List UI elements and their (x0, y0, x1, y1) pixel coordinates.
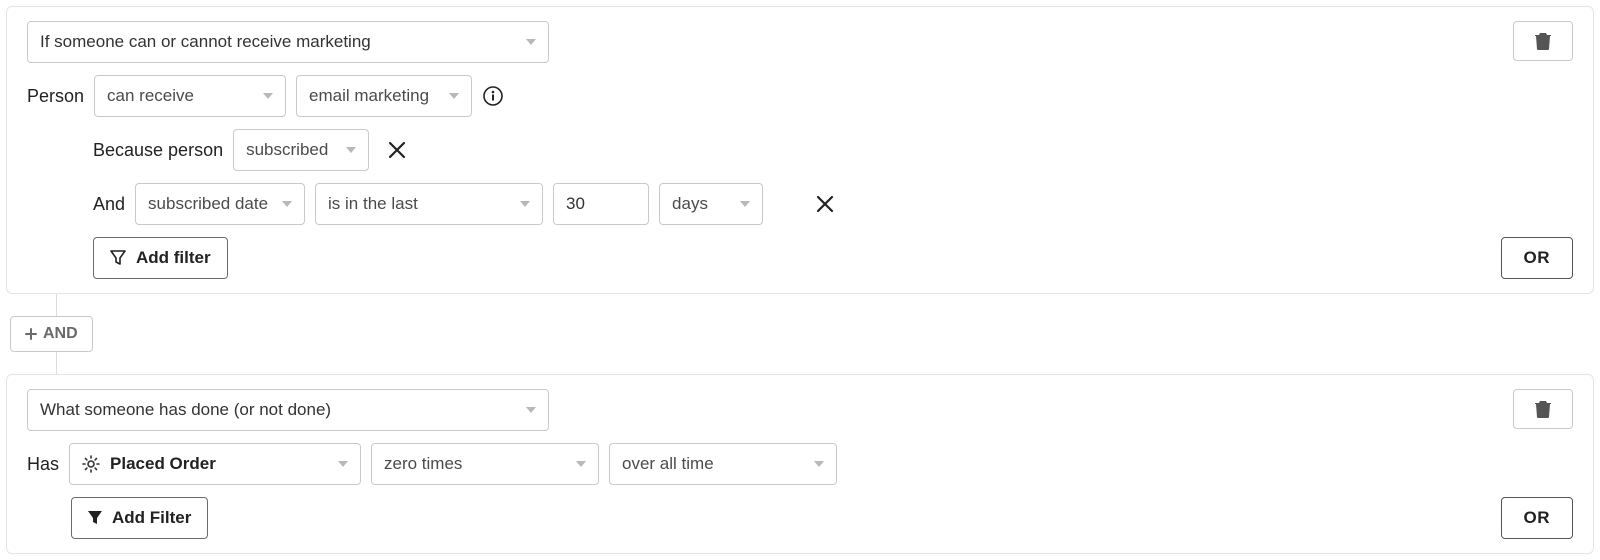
or-button[interactable]: OR (1501, 497, 1574, 539)
and-pill-label: AND (43, 325, 78, 343)
add-filter-label: Add filter (136, 248, 211, 268)
and-value-input[interactable] (553, 183, 649, 225)
because-label: Because person (93, 140, 223, 161)
count-value: zero times (384, 454, 462, 474)
reason-value: subscribed (246, 140, 328, 160)
and-operator-select[interactable]: is in the last (315, 183, 543, 225)
condition-group-1: If someone can or cannot receive marketi… (6, 6, 1594, 294)
condition-type-label: If someone can or cannot receive marketi… (40, 32, 371, 52)
chevron-down-icon (449, 93, 459, 99)
channel-select[interactable]: email marketing (296, 75, 472, 117)
or-label: OR (1524, 248, 1551, 268)
has-label: Has (27, 454, 59, 475)
and-field-select[interactable]: subscribed date (135, 183, 305, 225)
condition-type-label: What someone has done (or not done) (40, 400, 331, 420)
group-connector: AND (6, 294, 1594, 374)
chevron-down-icon (282, 201, 292, 207)
info-icon[interactable] (482, 85, 504, 107)
filter-icon (88, 511, 102, 525)
add-and-group-button[interactable]: AND (10, 316, 93, 352)
condition-group-2: What someone has done (or not done) Has … (6, 374, 1594, 554)
metric-value: Placed Order (110, 454, 216, 474)
channel-value: email marketing (309, 86, 429, 106)
timeframe-select[interactable]: over all time (609, 443, 837, 485)
chevron-down-icon (814, 461, 824, 467)
chevron-down-icon (346, 147, 356, 153)
chevron-down-icon (576, 461, 586, 467)
chevron-down-icon (520, 201, 530, 207)
and-unit-value: days (672, 194, 708, 214)
delete-group-button[interactable] (1513, 21, 1573, 61)
gear-icon (82, 455, 100, 473)
and-label: And (93, 194, 125, 215)
and-unit-select[interactable]: days (659, 183, 763, 225)
count-select[interactable]: zero times (371, 443, 599, 485)
condition-type-select[interactable]: What someone has done (or not done) (27, 389, 549, 431)
delete-group-button[interactable] (1513, 389, 1573, 429)
and-field-value: subscribed date (148, 194, 268, 214)
add-filter-button[interactable]: Add Filter (71, 497, 208, 539)
reason-select[interactable]: subscribed (233, 129, 369, 171)
person-label: Person (27, 86, 84, 107)
trash-icon (1535, 400, 1551, 418)
and-operator-value: is in the last (328, 194, 418, 214)
condition-type-select[interactable]: If someone can or cannot receive marketi… (27, 21, 549, 63)
can-receive-select[interactable]: can receive (94, 75, 286, 117)
or-button[interactable]: OR (1501, 237, 1574, 279)
metric-select[interactable]: Placed Order (69, 443, 361, 485)
remove-because-row[interactable] (385, 138, 409, 162)
chevron-down-icon (263, 93, 273, 99)
filter-icon (110, 250, 126, 266)
chevron-down-icon (526, 39, 536, 45)
timeframe-value: over all time (622, 454, 714, 474)
add-filter-label: Add Filter (112, 508, 191, 528)
chevron-down-icon (526, 407, 536, 413)
chevron-down-icon (740, 201, 750, 207)
trash-icon (1535, 32, 1551, 50)
or-label: OR (1524, 508, 1551, 528)
add-filter-button[interactable]: Add filter (93, 237, 228, 279)
remove-and-row[interactable] (813, 192, 837, 216)
can-receive-value: can receive (107, 86, 194, 106)
chevron-down-icon (338, 461, 348, 467)
plus-icon (25, 328, 37, 340)
